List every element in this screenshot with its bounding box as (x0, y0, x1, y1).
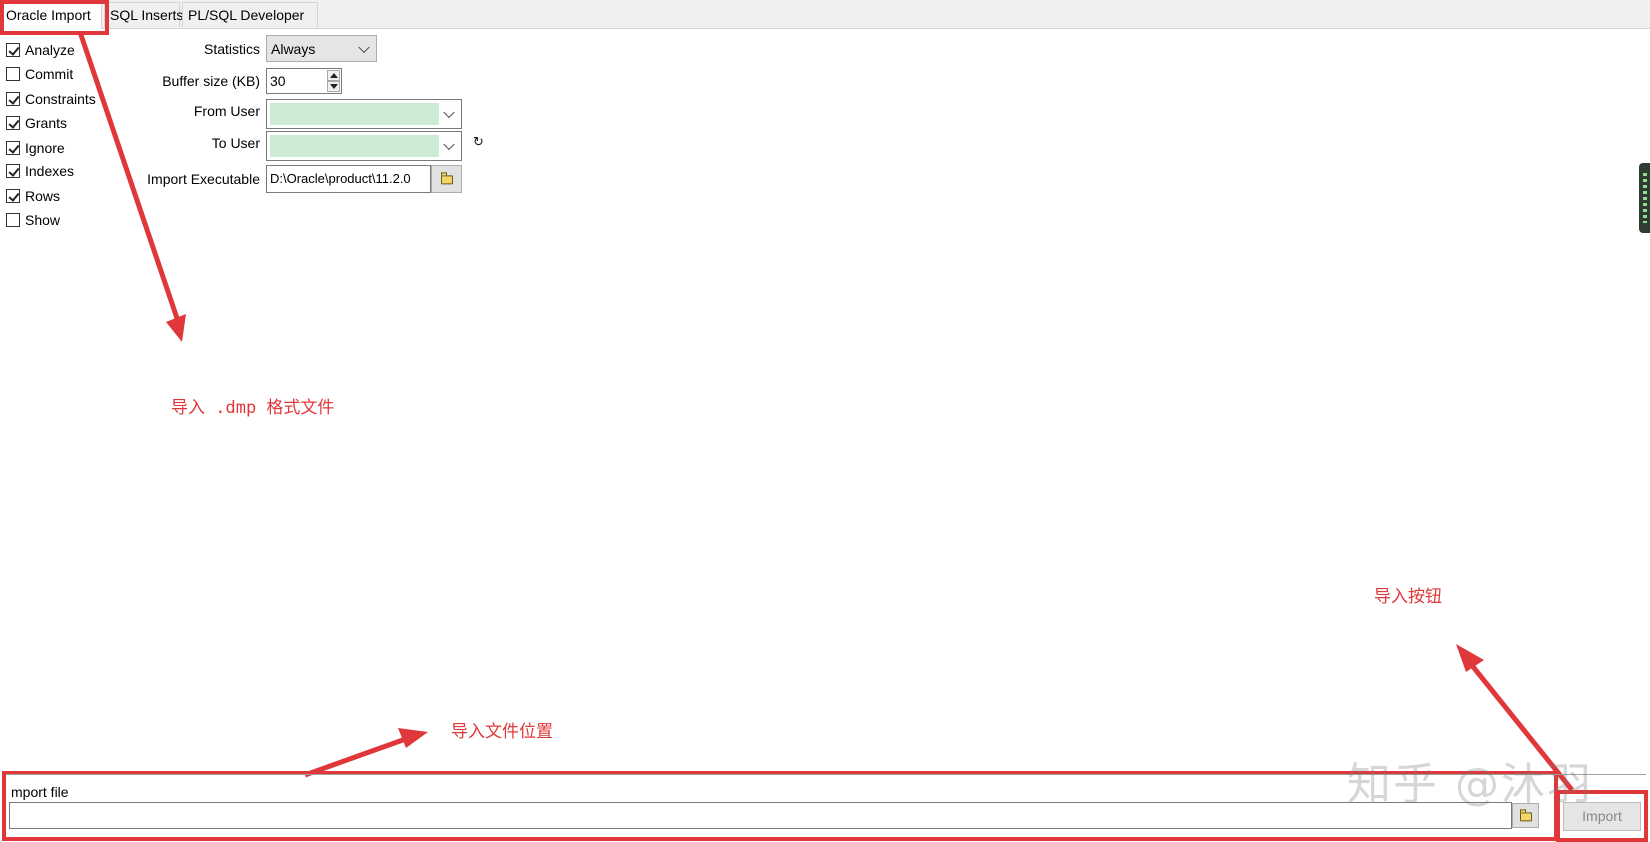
arrowhead-button-note (1456, 644, 1484, 672)
folder-open-icon (1519, 808, 1532, 821)
arrow-tab-to-dmp-note (77, 31, 184, 331)
annotation-arrows (77, 31, 1574, 792)
annotation-dmp-import: 导入 .dmp 格式文件 (171, 398, 335, 418)
import-file-label: mport file (11, 784, 69, 800)
highlight-oracle-import-tab (0, 0, 109, 35)
zhihu-watermark: 知乎 @沐羽 (1347, 759, 1593, 810)
arrow-file-to-note (304, 733, 415, 778)
annotation-import-button: 导入按钮 (1374, 587, 1442, 607)
import-file-input[interactable] (9, 802, 1512, 829)
annotation-file-location: 导入文件位置 (451, 722, 553, 742)
arrowhead-dmp-note (166, 314, 186, 342)
arrowhead-file-note (398, 728, 428, 748)
